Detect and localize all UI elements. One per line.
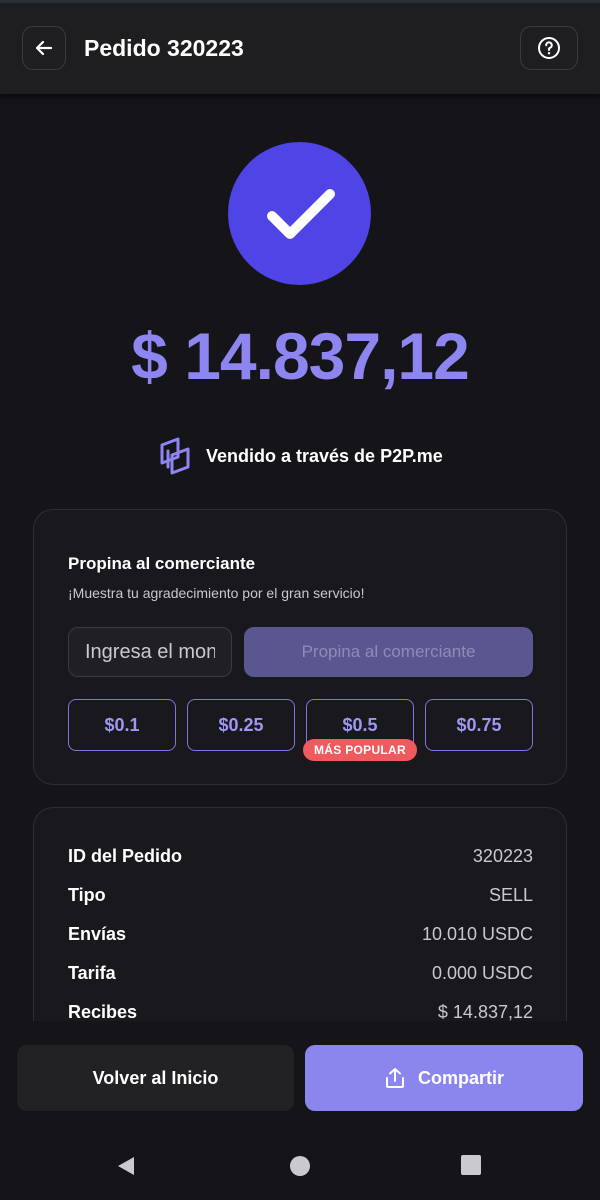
detail-row: Envías 10.010 USDC [68, 922, 533, 946]
detail-value: $ 14.837,12 [437, 1001, 533, 1022]
share-label: Compartir [417, 1067, 504, 1088]
tip-submit-button[interactable]: Propina al comerciante [244, 627, 533, 677]
back-button[interactable] [22, 26, 66, 70]
tip-title: Propina al comerciante [68, 554, 256, 573]
tip-amount-option[interactable]: $0.1 [68, 699, 176, 751]
nav-recents-icon[interactable] [460, 1154, 482, 1176]
tip-subtitle: ¡Muestra tu agradecimiento por el gran s… [68, 585, 365, 601]
detail-value: 10.010 USDC [421, 923, 533, 944]
top-app-bar: Pedido 320223 [0, 0, 600, 94]
question-circle-icon [538, 37, 560, 59]
back-to-home-button[interactable]: Volver al Inicio [17, 1045, 294, 1111]
detail-label: ID del Pedido [68, 845, 183, 866]
detail-value: 320223 [472, 845, 533, 866]
detail-row: Tarifa 0.000 USDC [68, 961, 533, 985]
detail-label: Tipo [68, 884, 106, 905]
nav-back-icon[interactable] [114, 1154, 138, 1178]
nav-home-icon[interactable] [288, 1154, 312, 1178]
popular-badge: MÁS POPULAR [303, 739, 417, 761]
success-status-circle [228, 142, 371, 285]
tip-amount-input[interactable] [68, 627, 232, 677]
sold-via-row: Vendido a través de P2P.me [158, 437, 443, 475]
share-icon [385, 1068, 404, 1088]
detail-value: 0.000 USDC [431, 962, 533, 983]
tip-amount-option[interactable]: $0.25 [187, 699, 295, 751]
order-amount: $ 14.837,12 [131, 319, 470, 393]
detail-row: ID del Pedido 320223 [68, 844, 533, 868]
sold-via-text: Vendido a través de P2P.me [206, 445, 443, 466]
system-navigation-bar [0, 1130, 600, 1200]
page-title: Pedido 320223 [84, 35, 244, 61]
detail-row: Tipo SELL [68, 883, 533, 907]
arrow-left-icon [35, 40, 53, 56]
detail-value: SELL [488, 884, 533, 905]
detail-label: Tarifa [68, 962, 116, 983]
share-button[interactable]: Compartir [305, 1045, 583, 1111]
detail-label: Envías [68, 923, 127, 944]
p2p-logo-icon [160, 437, 190, 475]
tip-amount-option[interactable]: $0.75 [425, 699, 533, 751]
help-button[interactable] [520, 26, 578, 70]
detail-label: Recibes [68, 1001, 138, 1022]
check-icon [266, 188, 335, 239]
bottom-action-bar: Volver al Inicio Compartir [0, 1021, 600, 1130]
tip-card: Propina al comerciante ¡Muestra tu agrad… [33, 509, 567, 785]
